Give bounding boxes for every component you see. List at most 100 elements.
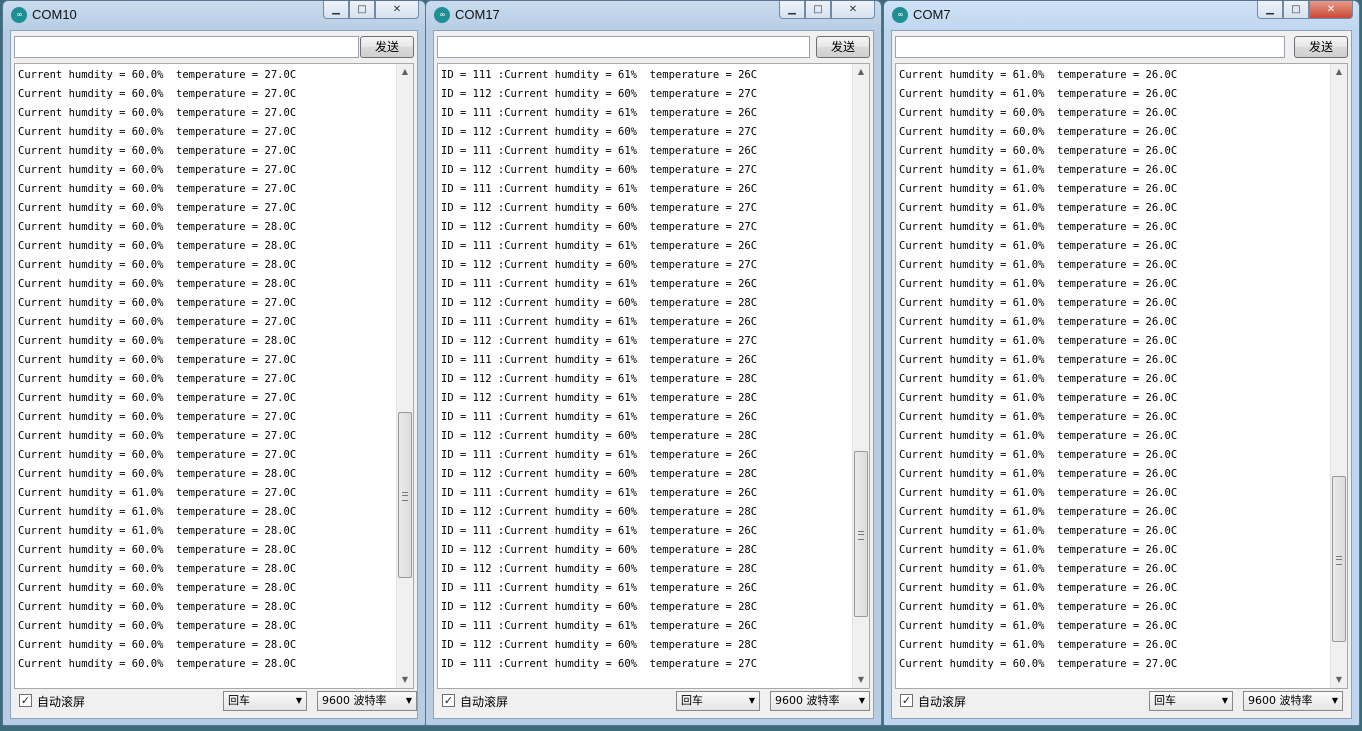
maximize-icon[interactable]: □ [805,1,831,19]
output-line: Current humdity = 60.0% temperature = 27… [18,411,297,423]
scroll-thumb[interactable] [854,451,868,617]
output-line: Current humdity = 61.0% temperature = 26… [899,164,1178,176]
scroll-thumb[interactable] [398,412,412,578]
minimize-icon[interactable]: ▁ [1257,1,1283,19]
serial-output[interactable]: Current humdity = 61.0% temperature = 26… [895,63,1348,689]
output-line: Current humdity = 60.0% temperature = 28… [18,658,297,670]
send-button[interactable]: 发送 [360,36,414,58]
chevron-down-icon: ▼ [1331,696,1338,705]
serial-output[interactable]: ID = 111 :Current humdity = 61% temperat… [437,63,870,689]
autoscroll-label: 自动滚屏 [918,695,967,709]
close-icon[interactable]: ✕ [375,1,419,19]
scroll-thumb[interactable] [1332,476,1346,642]
window-title: COM17 [455,7,500,22]
output-line: Current humdity = 61.0% temperature = 26… [899,392,1178,404]
output-line: ID = 112 :Current humdity = 60% temperat… [441,601,758,613]
send-input[interactable] [437,36,810,58]
output-line: Current humdity = 60.0% temperature = 27… [18,88,297,100]
scroll-up-icon[interactable]: ▲ [853,64,869,80]
vertical-scrollbar[interactable]: ▲ ▼ [1330,64,1347,688]
scroll-up-icon[interactable]: ▲ [1331,64,1347,80]
output-line: ID = 112 :Current humdity = 60% temperat… [441,639,758,651]
output-line: ID = 112 :Current humdity = 61% temperat… [441,335,758,347]
maximize-icon[interactable]: □ [349,1,375,19]
autoscroll-checkbox[interactable]: ✓ [900,694,913,707]
title-bar[interactable]: ∞ COM17 ▁ □ ✕ [426,1,881,29]
output-line: Current humdity = 61.0% temperature = 26… [899,88,1178,100]
output-line: Current humdity = 60.0% temperature = 27… [18,430,297,442]
bottom-bar: ✓ 自动滚屏 回车 ▼ 9600 波特率 ▼ [892,684,1351,718]
output-line: Current humdity = 61.0% temperature = 26… [899,297,1178,309]
serial-output[interactable]: Current humdity = 60.0% temperature = 27… [14,63,414,689]
output-line: ID = 111 :Current humdity = 61% temperat… [441,240,758,252]
output-line: Current humdity = 60.0% temperature = 28… [18,335,297,347]
baud-rate-select[interactable]: 9600 波特率 ▼ [317,691,417,711]
output-line: Current humdity = 60.0% temperature = 28… [18,544,297,556]
output-line: Current humdity = 60.0% temperature = 26… [899,145,1178,157]
output-lines: ID = 111 :Current humdity = 61% temperat… [441,66,851,674]
output-line: Current humdity = 60.0% temperature = 27… [18,183,297,195]
output-line: Current humdity = 61.0% temperature = 26… [899,525,1178,537]
chevron-down-icon: ▼ [295,696,302,705]
send-input[interactable] [895,36,1285,58]
output-line: ID = 112 :Current humdity = 60% temperat… [441,544,758,556]
output-line: ID = 111 :Current humdity = 61% temperat… [441,145,758,157]
maximize-icon[interactable]: □ [1283,1,1309,19]
vertical-scrollbar[interactable]: ▲ ▼ [852,64,869,688]
bottom-bar: ✓ 自动滚屏 回车 ▼ 9600 波特率 ▼ [434,684,873,718]
output-line: Current humdity = 61.0% temperature = 26… [899,278,1178,290]
output-line: Current humdity = 60.0% temperature = 28… [18,563,297,575]
line-ending-select[interactable]: 回车 ▼ [1149,691,1233,711]
output-line: Current humdity = 60.0% temperature = 27… [18,392,297,404]
title-bar[interactable]: ∞ COM10 ▁ □ ✕ [3,1,425,29]
chevron-down-icon: ▼ [405,696,412,705]
close-icon[interactable]: ✕ [1309,1,1353,19]
output-line: Current humdity = 60.0% temperature = 27… [18,449,297,461]
vertical-scrollbar[interactable]: ▲ ▼ [396,64,413,688]
baud-rate-select[interactable]: 9600 波特率 ▼ [1243,691,1343,711]
output-line: Current humdity = 61.0% temperature = 26… [899,354,1178,366]
scroll-up-icon[interactable]: ▲ [397,64,413,80]
send-row: 发送 [437,35,870,59]
bottom-bar: ✓ 自动滚屏 回车 ▼ 9600 波特率 ▼ [11,684,417,718]
window-controls: ▁ □ ✕ [1257,1,1353,21]
minimize-icon[interactable]: ▁ [323,1,349,19]
autoscroll-label: 自动滚屏 [460,695,509,709]
send-button[interactable]: 发送 [816,36,870,58]
serial-monitor-window-com7: ∞ COM7 ▁ □ ✕ 发送 Current humdity = 61.0% … [883,0,1360,726]
output-line: Current humdity = 61.0% temperature = 27… [18,487,297,499]
output-line: ID = 111 :Current humdity = 61% temperat… [441,620,758,632]
output-line: Current humdity = 61.0% temperature = 26… [899,316,1178,328]
send-input[interactable] [14,36,359,58]
window-controls: ▁ □ ✕ [323,1,419,21]
output-line: Current humdity = 60.0% temperature = 27… [18,297,297,309]
output-line: Current humdity = 60.0% temperature = 28… [18,639,297,651]
output-line: Current humdity = 61.0% temperature = 26… [899,544,1178,556]
send-button[interactable]: 发送 [1294,36,1348,58]
output-line: Current humdity = 60.0% temperature = 28… [18,278,297,290]
minimize-icon[interactable]: ▁ [779,1,805,19]
output-line: Current humdity = 60.0% temperature = 27… [18,69,297,81]
autoscroll-checkbox[interactable]: ✓ [442,694,455,707]
output-line: ID = 111 :Current humdity = 61% temperat… [441,316,758,328]
line-ending-select[interactable]: 回车 ▼ [223,691,307,711]
autoscroll-checkbox[interactable]: ✓ [19,694,32,707]
output-line: ID = 111 :Current humdity = 61% temperat… [441,278,758,290]
title-bar[interactable]: ∞ COM7 ▁ □ ✕ [884,1,1359,29]
output-line: Current humdity = 61.0% temperature = 26… [899,601,1178,613]
line-ending-select[interactable]: 回车 ▼ [676,691,760,711]
send-row: 发送 [895,35,1348,59]
output-line: Current humdity = 61.0% temperature = 26… [899,183,1178,195]
arduino-icon: ∞ [892,7,908,23]
output-line: Current humdity = 61.0% temperature = 26… [899,506,1178,518]
output-line: ID = 111 :Current humdity = 61% temperat… [441,582,758,594]
chevron-down-icon: ▼ [1221,696,1228,705]
output-line: ID = 112 :Current humdity = 60% temperat… [441,430,758,442]
output-line: Current humdity = 60.0% temperature = 27… [18,354,297,366]
close-icon[interactable]: ✕ [831,1,875,19]
output-line: Current humdity = 60.0% temperature = 27… [899,658,1178,670]
output-line: Current humdity = 60.0% temperature = 28… [18,221,297,233]
output-line: ID = 111 :Current humdity = 61% temperat… [441,449,758,461]
output-line: Current humdity = 61.0% temperature = 28… [18,525,297,537]
baud-rate-select[interactable]: 9600 波特率 ▼ [770,691,870,711]
